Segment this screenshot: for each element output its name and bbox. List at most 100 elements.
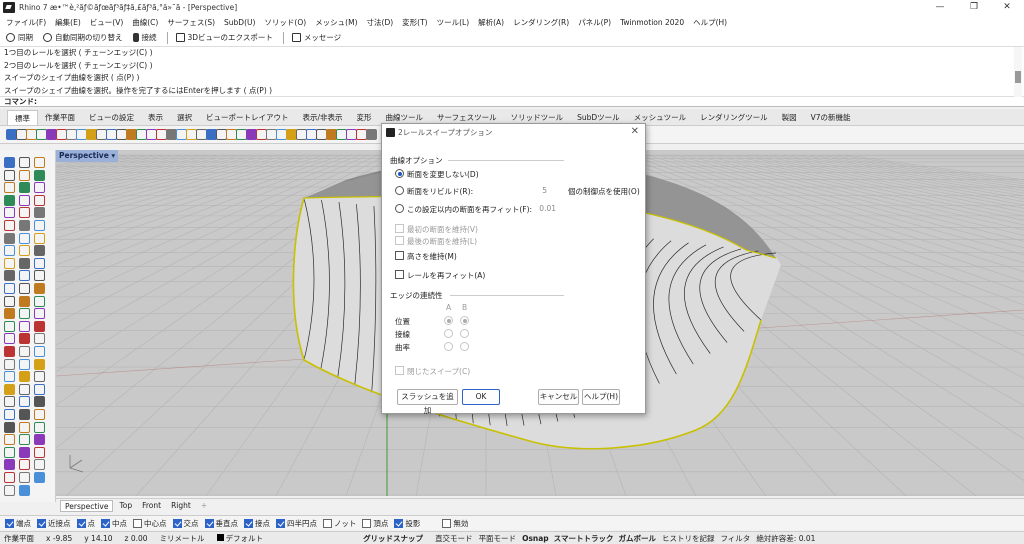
tool-icon[interactable] bbox=[4, 472, 15, 483]
filter-toggle[interactable]: フィルタ bbox=[720, 533, 750, 544]
menu-item[interactable]: SubD(U) bbox=[224, 18, 255, 27]
toolbar-tab[interactable]: 作業平面 bbox=[38, 110, 82, 125]
tool-icon[interactable] bbox=[34, 346, 45, 357]
menu-item[interactable]: ソリッド(O) bbox=[264, 17, 306, 28]
tool-icon[interactable] bbox=[4, 459, 15, 471]
menu-item[interactable]: ツール(L) bbox=[437, 17, 470, 28]
menu-item[interactable]: ファイル(F) bbox=[6, 17, 46, 28]
menu-item[interactable]: Twinmotion 2020 bbox=[620, 18, 684, 27]
tool-icon[interactable] bbox=[4, 308, 15, 320]
ok-button[interactable]: OK bbox=[462, 389, 500, 405]
viewport-tab-top[interactable]: Top bbox=[115, 500, 136, 512]
tool-icon[interactable] bbox=[4, 434, 15, 446]
help-button[interactable]: ヘルプ(H) bbox=[582, 389, 620, 405]
tool-icon[interactable] bbox=[34, 245, 45, 257]
tool-icon[interactable] bbox=[34, 194, 45, 206]
menu-item[interactable]: メッシュ(M) bbox=[315, 17, 357, 28]
tool-icon[interactable] bbox=[34, 421, 45, 433]
tool-icon[interactable] bbox=[19, 169, 30, 181]
tool-icon[interactable] bbox=[4, 283, 15, 294]
osnap-option[interactable]: 近接点 bbox=[37, 518, 71, 529]
opt-refit-label[interactable]: この設定以内の断面を再フィット(F): bbox=[407, 204, 532, 215]
tool-icon[interactable] bbox=[19, 446, 30, 458]
tool-icon[interactable] bbox=[366, 129, 377, 140]
toolbar-tab[interactable]: 表示/非表示 bbox=[296, 110, 350, 125]
toolbar-tab[interactable]: ビューの設定 bbox=[82, 110, 141, 125]
viewport-title[interactable]: Perspective ▾ bbox=[56, 150, 118, 162]
toolbar-tab[interactable]: 選択 bbox=[170, 110, 199, 125]
tool-icon[interactable] bbox=[19, 358, 30, 370]
cancel-button[interactable]: キャンセル bbox=[538, 389, 579, 405]
restore-button[interactable]: ❐ bbox=[959, 1, 989, 14]
tool-icon[interactable] bbox=[19, 320, 30, 332]
tool-icon[interactable] bbox=[34, 169, 45, 181]
osnap-checkbox[interactable] bbox=[133, 518, 142, 528]
radio-rebuild[interactable] bbox=[395, 186, 404, 195]
menu-item[interactable]: 寸法(D) bbox=[367, 17, 394, 28]
keep-last-checkbox[interactable] bbox=[395, 236, 404, 245]
menu-item[interactable]: サーフェス(S) bbox=[167, 17, 215, 28]
tool-icon[interactable] bbox=[4, 333, 15, 345]
radio-no-change[interactable] bbox=[395, 169, 404, 178]
message-button[interactable]: メッセージ bbox=[291, 32, 341, 43]
grid-snap-toggle[interactable]: グリッドスナップ bbox=[363, 533, 423, 544]
refit-rail-label[interactable]: レールを再フィット(A) bbox=[407, 270, 485, 281]
radio-position-b[interactable] bbox=[460, 316, 469, 325]
tool-icon[interactable] bbox=[34, 182, 45, 194]
opt-no-change-label[interactable]: 断面を変更しない(D) bbox=[407, 169, 479, 180]
osnap-option[interactable]: 中点 bbox=[101, 518, 127, 529]
tool-icon[interactable] bbox=[19, 472, 30, 483]
tool-icon[interactable] bbox=[19, 308, 30, 320]
tool-icon[interactable] bbox=[4, 194, 15, 206]
planar-toggle[interactable]: 平面モード bbox=[479, 533, 517, 544]
tool-icon[interactable] bbox=[19, 434, 30, 446]
ortho-toggle[interactable]: 直交モード bbox=[435, 533, 473, 544]
menu-item[interactable]: ヘルプ(H) bbox=[693, 17, 727, 28]
viewport-tab-front[interactable]: Front bbox=[138, 500, 165, 512]
tool-icon[interactable] bbox=[34, 434, 45, 446]
tool-icon[interactable] bbox=[34, 157, 45, 168]
tool-icon[interactable] bbox=[4, 358, 15, 370]
tool-icon[interactable] bbox=[19, 484, 30, 496]
tool-icon[interactable] bbox=[34, 207, 45, 219]
radio-position-a[interactable] bbox=[444, 316, 453, 325]
tool-icon[interactable] bbox=[34, 270, 45, 282]
menu-item[interactable]: 曲線(C) bbox=[132, 17, 158, 28]
tool-icon[interactable] bbox=[34, 283, 45, 294]
history-scrollbar[interactable] bbox=[1014, 47, 1022, 97]
osnap-option[interactable]: 投影 bbox=[394, 518, 420, 529]
tool-icon[interactable] bbox=[4, 182, 15, 194]
tool-icon[interactable] bbox=[34, 371, 45, 383]
tool-icon[interactable] bbox=[34, 308, 45, 320]
tool-icon[interactable] bbox=[4, 245, 15, 257]
tool-icon[interactable] bbox=[34, 333, 45, 345]
tool-icon[interactable] bbox=[34, 472, 45, 483]
tool-icon[interactable] bbox=[4, 157, 15, 168]
menu-item[interactable]: ビュー(V) bbox=[90, 17, 123, 28]
tool-icon[interactable] bbox=[34, 459, 45, 471]
tool-icon[interactable] bbox=[19, 257, 30, 269]
toolbar-tab[interactable]: 変形 bbox=[350, 110, 379, 125]
record-history-toggle[interactable]: ヒストリを記録 bbox=[662, 533, 715, 544]
command-prompt[interactable]: コマンド: bbox=[0, 97, 1024, 107]
tool-icon[interactable] bbox=[4, 220, 15, 231]
tool-icon[interactable] bbox=[4, 396, 15, 408]
tool-icon[interactable] bbox=[19, 182, 30, 194]
osnap-checkbox[interactable] bbox=[5, 518, 14, 528]
tool-icon[interactable] bbox=[4, 446, 15, 458]
tool-icon[interactable] bbox=[19, 333, 30, 345]
tool-icon[interactable] bbox=[4, 295, 15, 307]
export-3d-button[interactable]: 3Dビューのエクスポート bbox=[175, 32, 273, 43]
tool-icon[interactable] bbox=[19, 194, 30, 206]
add-slash-button[interactable]: スラッシュを追加 bbox=[397, 389, 458, 415]
gumball-toggle[interactable]: ガムボール bbox=[618, 533, 656, 544]
tool-icon[interactable] bbox=[34, 396, 45, 408]
menu-item[interactable]: 解析(A) bbox=[478, 17, 504, 28]
osnap-option[interactable]: 点 bbox=[76, 518, 95, 529]
tool-icon[interactable] bbox=[19, 346, 30, 357]
minimize-button[interactable]: — bbox=[925, 1, 955, 14]
tool-icon[interactable] bbox=[34, 383, 45, 395]
osnap-option[interactable]: 垂直点 bbox=[204, 518, 238, 529]
osnap-option[interactable]: 端点 bbox=[5, 518, 31, 529]
tool-icon[interactable] bbox=[19, 421, 30, 433]
